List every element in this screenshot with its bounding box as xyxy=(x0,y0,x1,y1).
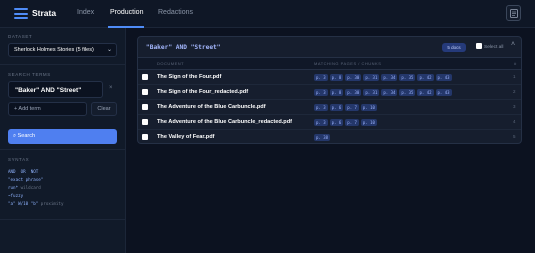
page-chip[interactable]: p. 34 xyxy=(381,74,398,81)
row-number: 4 xyxy=(513,119,516,124)
page-chip[interactable]: p. 10 xyxy=(360,104,377,111)
sidebar: DATASET Sherlock Holmes Stories (5 files… xyxy=(0,28,126,253)
tab-production[interactable]: Production xyxy=(110,9,143,16)
dataset-value: Sherlock Holmes Stories (5 files) xyxy=(14,47,94,53)
page-chip[interactable]: p. 10 xyxy=(360,119,377,126)
chevron-up-icon[interactable]: ˄ xyxy=(511,41,515,48)
row-checkbox[interactable] xyxy=(142,134,148,140)
syntax-line: "a" W/10 "b" proximity xyxy=(8,201,64,206)
column-document: DOCUMENT xyxy=(157,61,185,66)
dataset-label: DATASET xyxy=(8,34,33,39)
page-chip[interactable]: p. 3 xyxy=(314,104,328,111)
select-all-checkbox[interactable]: Select all xyxy=(476,43,503,50)
document-button[interactable] xyxy=(506,5,521,21)
top-bar: Strata Index Production Redactions xyxy=(0,0,535,28)
row-number: 3 xyxy=(513,104,516,109)
page-chip[interactable]: p. 30 xyxy=(345,89,362,96)
add-term-input[interactable]: + Add term xyxy=(8,102,87,116)
table-row[interactable]: The Adventure of the Blue Carbuncle_reda… xyxy=(138,115,521,130)
page-chip[interactable]: p. 8 xyxy=(329,89,344,96)
page-chip[interactable]: p. 38 xyxy=(314,134,331,141)
search-term-input[interactable]: "Baker" AND "Street" xyxy=(8,81,103,98)
page-chip[interactable]: p. 43 xyxy=(435,89,452,96)
page-chip[interactable]: p. 3 xyxy=(314,89,328,96)
syntax-line: AND OR NOT xyxy=(8,169,39,174)
search-button[interactable]: ⌕ Search xyxy=(8,129,117,144)
page-chip[interactable]: p. 7 xyxy=(345,104,359,111)
app-title: Strata xyxy=(32,8,57,18)
chevron-down-icon: ⌄ xyxy=(106,47,112,53)
page-chip[interactable]: p. 35 xyxy=(399,89,416,96)
row-checkbox[interactable] xyxy=(142,104,148,110)
page-chip[interactable]: p. 31 xyxy=(363,89,380,96)
document-icon xyxy=(510,9,518,18)
tab-index[interactable]: Index xyxy=(77,9,94,16)
row-checkbox[interactable] xyxy=(142,119,148,125)
column-order: # xyxy=(514,61,517,66)
divider xyxy=(0,64,126,65)
table-header: DOCUMENT MATCHING PAGES / CHUNKS # xyxy=(138,58,521,70)
page-chip[interactable]: p. 42 xyxy=(417,74,434,81)
syntax-line: ~fuzzy xyxy=(8,193,24,198)
row-checkbox[interactable] xyxy=(142,74,148,80)
document-name[interactable]: The Sign of the Four.pdf xyxy=(157,74,221,80)
results-panel: "Baker" AND "Street" 5 docs Select all ˄… xyxy=(137,36,522,144)
row-number: 5 xyxy=(513,134,516,139)
row-number: 1 xyxy=(513,74,516,79)
page-chip[interactable]: p. 35 xyxy=(399,74,416,81)
document-name[interactable]: The Adventure of the Blue Carbuncle_reda… xyxy=(157,119,292,125)
matching-pages: p. 3 p. 6 p. 7 p. 10 xyxy=(314,104,379,112)
syntax-label: SYNTAX xyxy=(8,157,30,162)
menu-icon[interactable] xyxy=(14,8,28,19)
page-chip[interactable]: p. 31 xyxy=(363,74,380,81)
doc-count-badge: 5 docs xyxy=(442,43,466,52)
page-chip[interactable]: p. 6 xyxy=(329,119,344,126)
document-name[interactable]: The Sign of the Four_redacted.pdf xyxy=(157,89,248,95)
matching-pages: p. 3 p. 6 p. 7 p. 10 xyxy=(314,119,379,127)
page-chip[interactable]: p. 34 xyxy=(381,89,398,96)
page-chip[interactable]: p. 30 xyxy=(345,74,362,81)
query-text: "Baker" AND "Street" xyxy=(146,44,221,51)
tab-redactions[interactable]: Redactions xyxy=(158,9,193,16)
document-name[interactable]: The Valley of Fear.pdf xyxy=(157,134,215,140)
table-row[interactable]: The Sign of the Four_redacted.pdf p. 3 p. … xyxy=(138,85,521,100)
select-all-label: Select all xyxy=(484,45,504,50)
page-chip[interactable]: p. 3 xyxy=(314,119,328,126)
row-checkbox[interactable] xyxy=(142,89,148,95)
divider xyxy=(0,219,126,220)
remove-term-icon[interactable]: × xyxy=(109,85,113,91)
syntax-line: run* wildcard xyxy=(8,185,41,190)
matching-pages: p. 3 p. 8 p. 30 p. 31 p. 34 p. 35 p. 42 p. 43 xyxy=(314,74,454,82)
page-chip[interactable]: p. 42 xyxy=(417,89,434,96)
page-chip[interactable]: p. 43 xyxy=(435,74,452,81)
search-terms-label: SEARCH TERMS xyxy=(8,72,51,77)
table-row[interactable]: The Adventure of the Blue Carbuncle.pdf p… xyxy=(138,100,521,115)
table-row[interactable]: The Valley of Fear.pdf p. 38 5 xyxy=(138,130,521,143)
page-chip[interactable]: p. 7 xyxy=(345,119,359,126)
dataset-select[interactable]: Sherlock Holmes Stories (5 files) ⌄ xyxy=(8,43,117,57)
divider xyxy=(0,149,126,150)
checkbox-icon xyxy=(476,43,482,49)
matching-pages: p. 38 xyxy=(314,134,332,142)
column-pages: MATCHING PAGES / CHUNKS xyxy=(314,61,382,66)
results-header: "Baker" AND "Street" 5 docs Select all ˄ xyxy=(138,37,521,58)
syntax-line: "exact phrase" xyxy=(8,177,44,182)
page-chip[interactable]: p. 6 xyxy=(329,104,344,111)
page-chip[interactable]: p. 8 xyxy=(329,74,344,81)
document-name[interactable]: The Adventure of the Blue Carbuncle.pdf xyxy=(157,104,266,110)
matching-pages: p. 3 p. 8 p. 30 p. 31 p. 34 p. 35 p. 42 p. 43 xyxy=(314,89,454,97)
row-number: 2 xyxy=(513,89,516,94)
table-row[interactable]: The Sign of the Four.pdf p. 3 p. 8 p. 30 p. … xyxy=(138,70,521,85)
clear-button[interactable]: Clear xyxy=(91,102,117,116)
page-chip[interactable]: p. 3 xyxy=(314,74,328,81)
